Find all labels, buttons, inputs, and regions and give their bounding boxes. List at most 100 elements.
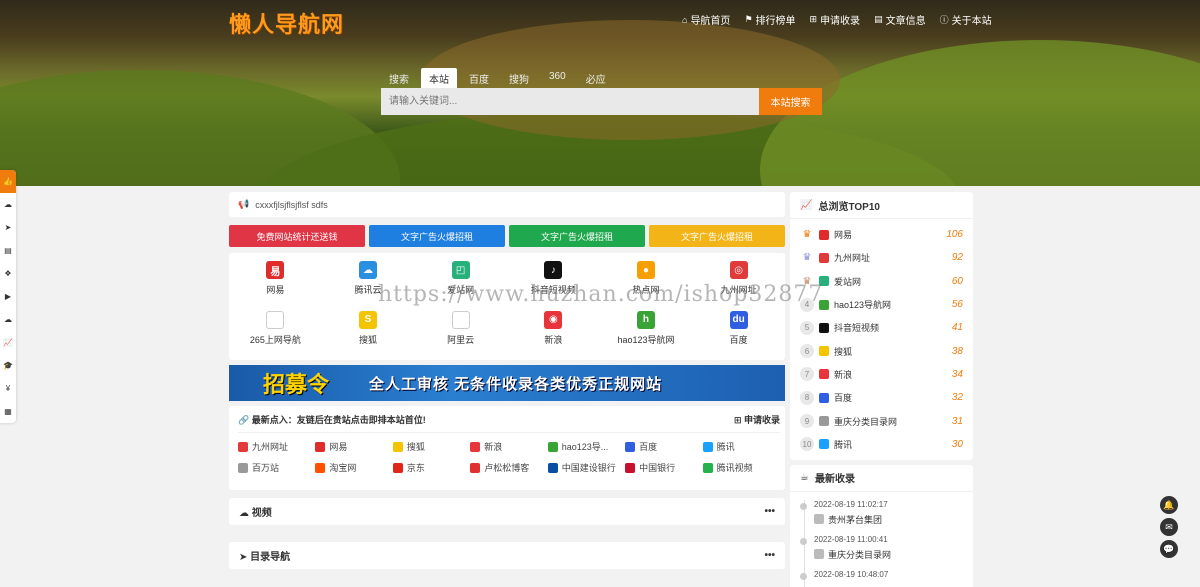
- text-ad[interactable]: 文字广告火爆招租: [649, 225, 785, 247]
- search-button[interactable]: 本站搜索: [759, 88, 822, 115]
- site-tile[interactable]: 阿里云: [414, 310, 507, 359]
- site-name: 网易: [266, 285, 285, 295]
- site-tile[interactable]: ◉ 新浪: [507, 310, 600, 359]
- newest-item[interactable]: 2022-08-19 11:02:17 贵州茅台集团: [800, 500, 973, 535]
- rank-count: 34: [951, 368, 963, 380]
- more-button[interactable]: •••: [764, 550, 775, 561]
- latest-link[interactable]: 中国银行: [625, 461, 702, 474]
- site-favicon-icon: [819, 346, 829, 357]
- latest-link[interactable]: 腾讯视频: [702, 461, 780, 474]
- latest-link[interactable]: 新浪: [470, 440, 547, 453]
- recruit-banner[interactable]: 招募令 全人工审核 无条件收录各类优秀正规网站: [229, 365, 785, 401]
- nav-item[interactable]: ▤ 文章信息: [874, 12, 926, 27]
- nav-item[interactable]: ⚑ 排行榜单: [744, 12, 795, 27]
- top10-header: 📈 总浏览TOP10: [790, 192, 973, 219]
- site-logo[interactable]: 懒人导航网: [229, 7, 344, 39]
- latest-link[interactable]: 腾讯: [702, 440, 780, 453]
- wechat-icon[interactable]: 💬: [1160, 540, 1178, 558]
- chart-line-icon[interactable]: 📈: [0, 331, 16, 354]
- site-favicon-icon: [819, 299, 829, 310]
- file-icon[interactable]: ▤: [0, 239, 16, 262]
- nav-item[interactable]: ⊞ 申请收录: [810, 12, 861, 27]
- rank-site-name: 网易: [834, 230, 853, 241]
- search-tab[interactable]: 搜索: [381, 68, 417, 90]
- latest-link[interactable]: 网易: [315, 440, 392, 453]
- graduation-cap-icon[interactable]: 🎓: [0, 354, 16, 377]
- site-tile[interactable]: ● 热点网: [600, 261, 693, 309]
- site-tile[interactable]: h hao123导航网: [600, 310, 693, 359]
- latest-link[interactable]: 淘宝网: [315, 461, 392, 474]
- site-favicon-icon: [470, 441, 481, 452]
- search-input[interactable]: [381, 88, 759, 115]
- rank-site-name: 抖音短视频: [834, 323, 880, 334]
- newest-time: 2022-08-19 11:00:41: [814, 534, 888, 544]
- crown-icon: ♛: [802, 252, 812, 264]
- search-tab[interactable]: 搜狗: [501, 68, 537, 90]
- search-tab[interactable]: 360: [541, 68, 574, 90]
- rank-row[interactable]: 6 搜狐 38: [800, 339, 963, 362]
- more-button[interactable]: •••: [764, 506, 775, 517]
- rank-row[interactable]: 7 新浪 34: [800, 363, 963, 386]
- notice-text[interactable]: cxxxfjlsjflsjflsf sdfs: [255, 200, 328, 210]
- rank-row[interactable]: 4 hao123导航网 56: [800, 293, 963, 316]
- book-icon: ▤: [874, 14, 883, 24]
- nav-item[interactable]: ⌂ 导航首页: [682, 12, 730, 28]
- rank-row[interactable]: ♛ 九州网址 92: [800, 246, 963, 269]
- rank-row[interactable]: 10 腾讯 30: [800, 433, 963, 456]
- site-tile[interactable]: ◎ 九州网址: [692, 261, 785, 309]
- text-ads: 免费网站统计还送钱 文字广告火爆招租 文字广告火爆招租 文字广告火爆招租: [229, 225, 785, 247]
- rank-row[interactable]: ♛ 爱站网 60: [800, 270, 963, 293]
- newest-site-name: 重庆分类目录网: [828, 549, 892, 560]
- site-name: 搜狐: [358, 334, 377, 345]
- paper-plane-icon[interactable]: ➤: [0, 216, 16, 239]
- rank-row[interactable]: 8 百度 32: [800, 386, 963, 409]
- site-logo-icon: h: [636, 310, 655, 329]
- site-tile[interactable]: du 百度: [692, 310, 785, 359]
- cloud-alt-icon[interactable]: ☁: [0, 308, 16, 331]
- grid-icon[interactable]: ▦: [0, 400, 16, 423]
- latest-link[interactable]: 中国建设银行: [547, 461, 625, 474]
- yen-icon[interactable]: ¥: [0, 377, 16, 400]
- bell-icon[interactable]: 🔔: [1160, 496, 1178, 514]
- video-icon[interactable]: ▶: [0, 285, 16, 308]
- newest-item[interactable]: 2022-08-19 11:00:41 重庆分类目录网: [800, 534, 973, 570]
- site-tile[interactable]: S 搜狐: [322, 310, 415, 359]
- site-favicon-icon: [392, 462, 403, 473]
- site-tile[interactable]: ◰ 爱站网: [414, 261, 507, 309]
- apply-link[interactable]: ⊞ 申请收录: [734, 413, 780, 426]
- text-ad[interactable]: 文字广告火爆招租: [509, 225, 645, 247]
- latest-link[interactable]: 京东: [392, 461, 470, 474]
- rank-row[interactable]: ♛ 网易 106: [800, 223, 963, 246]
- latest-link[interactable]: 百万站: [238, 461, 315, 474]
- rank-count: 30: [951, 438, 963, 450]
- thumbs-up-icon[interactable]: 👍: [0, 170, 16, 193]
- newest-item[interactable]: 2022-08-19 10:48:07: [800, 570, 973, 587]
- latest-link[interactable]: hao123导...: [547, 440, 625, 453]
- latest-link[interactable]: 九州网址: [238, 440, 315, 453]
- text-ad[interactable]: 免费网站统计还送钱: [229, 225, 365, 247]
- rank-site-name: 腾讯: [834, 439, 853, 450]
- search-tab[interactable]: 百度: [461, 68, 497, 90]
- rank-row[interactable]: 9 重庆分类目录网 31: [800, 409, 963, 432]
- site-tile[interactable]: ♪ 抖音短视频: [507, 261, 600, 309]
- search-tab[interactable]: 本站: [421, 68, 457, 90]
- site-name: 265上网导航: [249, 334, 301, 345]
- site-favicon-icon: [819, 229, 829, 240]
- latest-link[interactable]: 百度: [625, 440, 702, 453]
- mail-icon[interactable]: ✉: [1160, 518, 1178, 536]
- text-ad[interactable]: 文字广告火爆招租: [369, 225, 505, 247]
- cubes-icon[interactable]: ❖: [0, 262, 16, 285]
- latest-link[interactable]: 搜狐: [392, 440, 470, 453]
- rank-row[interactable]: 5 抖音短视频 41: [800, 316, 963, 339]
- rank-number: 7: [800, 367, 814, 382]
- cloud-icon[interactable]: ☁: [0, 193, 16, 216]
- site-favicon-icon: [819, 276, 829, 287]
- latest-link[interactable]: 卢松松博客: [470, 461, 547, 474]
- search-tab[interactable]: 必应: [578, 68, 614, 90]
- site-tile[interactable]: ☁ 腾讯云: [322, 261, 415, 309]
- nav-item[interactable]: ⓘ 关于本站: [940, 12, 992, 27]
- featured-sites: 易网易 ☁ 腾讯云 ◰ 爱站网 ♪ 抖音短视频 ● 热点网 ◎ 九州网址 265上网导航 S 搜狐 阿里云 ◉…: [229, 253, 785, 360]
- site-logo-icon: du: [729, 310, 748, 329]
- site-tile[interactable]: 265上网导航: [229, 310, 322, 359]
- site-tile[interactable]: 易网易: [229, 261, 322, 309]
